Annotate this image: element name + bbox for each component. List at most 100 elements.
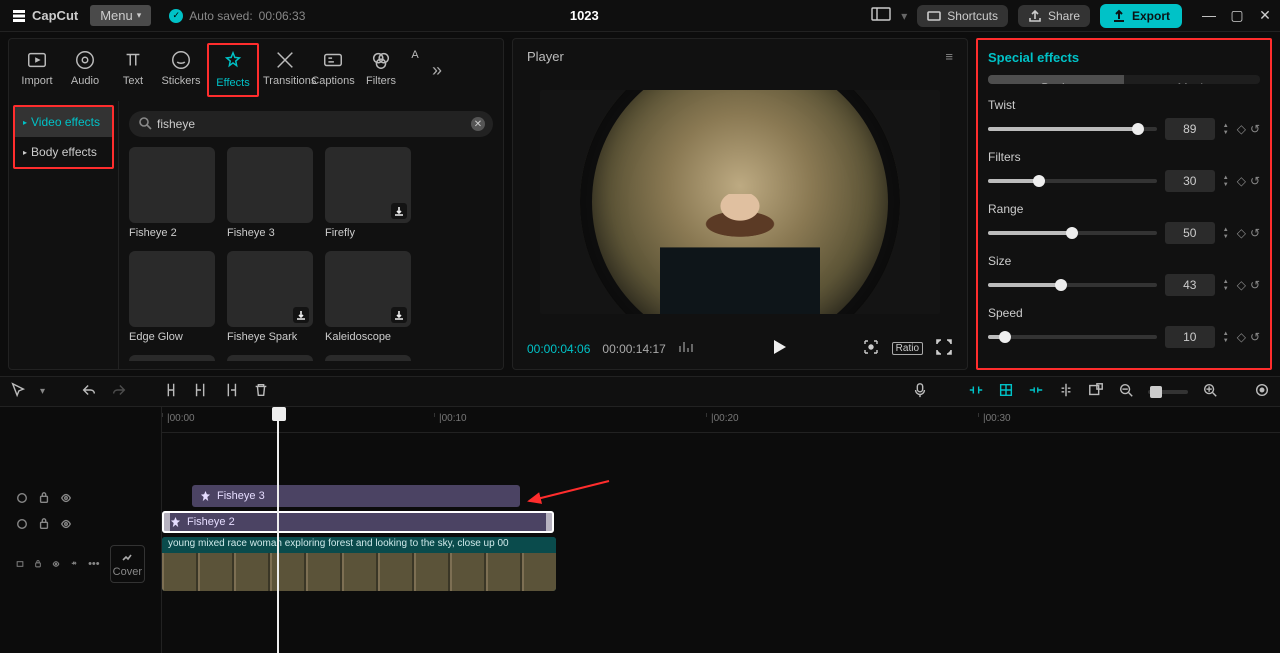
slider-track[interactable]	[988, 231, 1157, 235]
slider-value[interactable]: 89	[1165, 118, 1215, 140]
nav-audio[interactable]: Audio	[61, 43, 109, 97]
nav-captions[interactable]: Captions	[309, 43, 357, 97]
cover-button[interactable]: Cover	[110, 545, 145, 583]
close-icon[interactable]: ✕	[1258, 7, 1272, 24]
stepper-icon[interactable]: ▲▼	[1223, 175, 1229, 188]
download-icon[interactable]	[391, 203, 407, 219]
effect-label: Fisheye 3	[227, 227, 313, 239]
trim-left-icon[interactable]	[193, 382, 209, 401]
link-icon[interactable]	[1028, 382, 1044, 401]
nav-more-icon[interactable]: »	[425, 60, 449, 81]
undo-icon[interactable]	[81, 382, 97, 401]
nav-transitions[interactable]: Transitions	[261, 43, 309, 97]
menu-button[interactable]: Menu▾	[90, 5, 151, 26]
nav-text[interactable]: Text	[109, 43, 157, 97]
stepper-icon[interactable]: ▲▼	[1223, 331, 1229, 344]
slider-label: Speed	[988, 306, 1260, 320]
track-controls-fx1[interactable]	[0, 485, 161, 511]
stepper-icon[interactable]: ▲▼	[1223, 227, 1229, 240]
slider-track[interactable]	[988, 335, 1157, 339]
zoom-slider[interactable]	[1148, 390, 1188, 394]
download-icon[interactable]	[391, 307, 407, 323]
fit-icon[interactable]	[1254, 382, 1270, 401]
slider-track[interactable]	[988, 127, 1157, 131]
effect-label: Firefly	[325, 227, 411, 239]
player-title: Player	[527, 49, 564, 64]
levels-icon[interactable]	[678, 338, 696, 359]
effect-thumb[interactable]	[129, 355, 215, 361]
track-controls-fx2[interactable]	[0, 511, 161, 537]
zoom-in-icon[interactable]	[1202, 382, 1218, 401]
split-icon[interactable]	[163, 382, 179, 401]
keyframe-reset-icons[interactable]: ◇↺	[1237, 330, 1260, 344]
play-button[interactable]	[770, 338, 788, 359]
nav-filters[interactable]: Filters	[357, 43, 405, 97]
slider-value[interactable]: 10	[1165, 326, 1215, 348]
fullscreen-icon[interactable]	[935, 338, 953, 359]
scan-icon[interactable]	[862, 338, 880, 359]
layout-icon[interactable]	[871, 7, 891, 24]
preview-toggle-icon[interactable]	[1088, 382, 1104, 401]
effect-thumb[interactable]	[325, 355, 411, 361]
effect-thumb[interactable]	[227, 355, 313, 361]
timecode-duration: 00:00:14:17	[602, 342, 665, 356]
keyframe-reset-icons[interactable]: ◇↺	[1237, 174, 1260, 188]
shortcuts-button[interactable]: Shortcuts	[917, 5, 1008, 27]
document-title: 1023	[570, 8, 599, 23]
video-clip[interactable]: young mixed race woman exploring forest …	[162, 537, 556, 591]
delete-icon[interactable]	[253, 382, 269, 401]
redo-icon[interactable]	[111, 382, 127, 401]
effect-thumb[interactable]: Edge Glow	[129, 251, 215, 343]
stepper-icon[interactable]: ▲▼	[1223, 279, 1229, 292]
clear-search-icon[interactable]: ✕	[471, 117, 485, 131]
effect-thumb[interactable]: Kaleidoscope	[325, 251, 411, 343]
zoom-out-icon[interactable]	[1118, 382, 1134, 401]
maximize-icon[interactable]: ▢	[1230, 7, 1244, 24]
sidebar-video-effects[interactable]: ▸Video effects	[15, 107, 112, 137]
effect-thumb[interactable]: Fisheye Spark	[227, 251, 313, 343]
effect-thumb[interactable]: Fisheye 3	[227, 147, 313, 239]
download-icon[interactable]	[293, 307, 309, 323]
search-input[interactable]	[129, 111, 493, 137]
nav-stickers[interactable]: Stickers	[157, 43, 205, 97]
nav-effects[interactable]: Effects	[209, 45, 257, 95]
mic-icon[interactable]	[912, 382, 928, 401]
slider-value[interactable]: 43	[1165, 274, 1215, 296]
fx-clip[interactable]: Fisheye 3	[192, 485, 520, 507]
tab-basic[interactable]: Basic	[988, 75, 1124, 84]
snap-icon[interactable]	[998, 382, 1014, 401]
effect-label: Fisheye 2	[129, 227, 215, 239]
keyframe-reset-icons[interactable]: ◇↺	[1237, 278, 1260, 292]
timeline-ruler[interactable]: |00:00|00:10|00:20|00:30	[162, 407, 1280, 433]
ratio-button[interactable]: Ratio	[892, 342, 923, 355]
slider-track[interactable]	[988, 179, 1157, 183]
cursor-tool-icon[interactable]	[10, 382, 26, 401]
nav-adjust[interactable]: A	[405, 43, 425, 97]
player-menu-icon[interactable]: ≡	[945, 49, 953, 64]
slider-label: Range	[988, 202, 1260, 216]
tab-mask[interactable]: Mask	[1124, 75, 1260, 84]
effect-thumb[interactable]: Fisheye 2	[129, 147, 215, 239]
share-button[interactable]: Share	[1018, 5, 1090, 27]
align-icon[interactable]	[1058, 382, 1074, 401]
effect-thumb[interactable]: Firefly	[325, 147, 411, 239]
slider-value[interactable]: 50	[1165, 222, 1215, 244]
magnet-icon[interactable]	[968, 382, 984, 401]
slider-label: Size	[988, 254, 1260, 268]
keyframe-reset-icons[interactable]: ◇↺	[1237, 226, 1260, 240]
keyframe-reset-icons[interactable]: ◇↺	[1237, 122, 1260, 136]
slider-label: Twist	[988, 98, 1260, 112]
sidebar-body-effects[interactable]: ▸Body effects	[15, 137, 112, 167]
fx-clip[interactable]: Fisheye 2	[162, 511, 554, 533]
slider-track[interactable]	[988, 283, 1157, 287]
slider-value[interactable]: 30	[1165, 170, 1215, 192]
timecode-current: 00:00:04:06	[527, 342, 590, 356]
trim-right-icon[interactable]	[223, 382, 239, 401]
nav-import[interactable]: Import	[13, 43, 61, 97]
chevron-down-icon[interactable]: ▾	[40, 386, 45, 397]
track-controls-video[interactable]: ••• Cover	[0, 537, 161, 591]
minimize-icon[interactable]: —	[1202, 7, 1216, 24]
playhead[interactable]	[277, 407, 279, 653]
stepper-icon[interactable]: ▲▼	[1223, 123, 1229, 136]
export-button[interactable]: Export	[1100, 4, 1182, 28]
